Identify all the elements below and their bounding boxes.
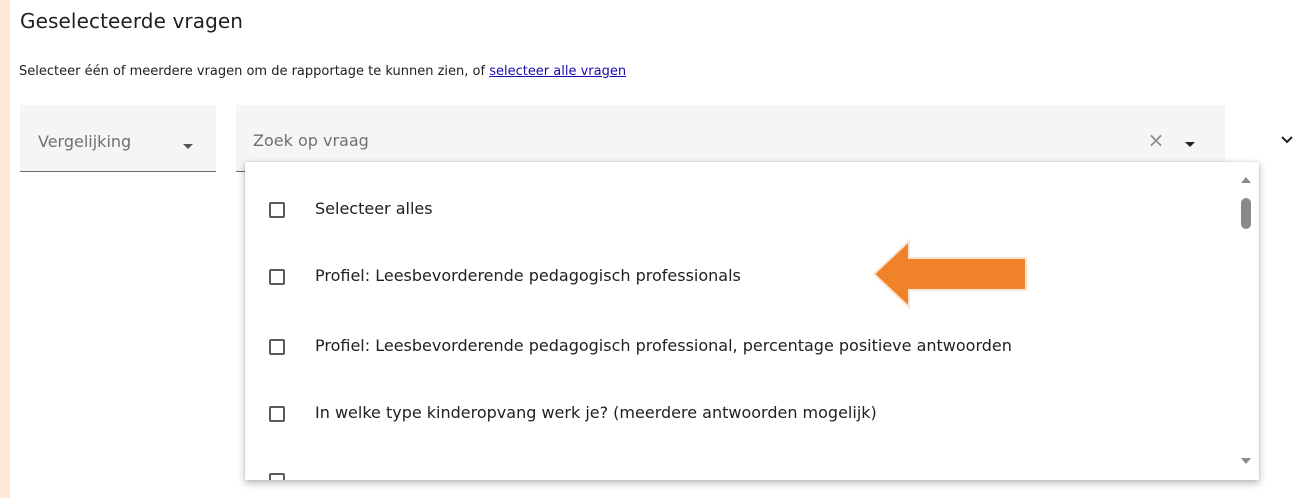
option-childcare-type[interactable]: In welke type kinderopvang werk je? (mee… [245,381,1225,447]
caret-down-icon [183,144,193,149]
checkbox[interactable] [269,202,285,218]
annotation-arrow-shape [872,238,1027,310]
option-profile-professionals[interactable]: Profiel: Leesbevorderende pedagogisch pr… [245,244,1225,310]
chevron-down-icon[interactable] [1280,133,1294,147]
caret-down-icon[interactable] [1185,142,1195,147]
checkbox[interactable] [269,269,285,285]
arrow-left-annotation [872,238,1027,310]
comparison-dropdown[interactable]: Vergelijking [20,105,216,172]
comparison-dropdown-label: Vergelijking [38,132,132,151]
option-label: Selecteer alles [315,199,433,218]
checkbox[interactable] [269,406,285,422]
close-icon[interactable]: × [1146,130,1166,150]
scroll-down-icon[interactable] [1241,458,1251,464]
select-all-questions-link[interactable]: selecteer alle vragen [489,64,626,79]
instruction-text: Selecteer één of meerdere vragen om de r… [19,64,490,79]
option-label: Profiel: Leesbevorderende pedagogisch pr… [315,266,741,285]
section-title: Geselecteerde vragen [20,9,244,33]
option-label: Profiel: Leesbevorderende pedagogisch pr… [315,336,1012,355]
question-search-input[interactable] [253,125,1113,155]
option-profile-percentage[interactable]: Profiel: Leesbevorderende pedagogisch pr… [245,314,1225,380]
checkbox[interactable] [269,473,285,480]
dropdown-scrollbar[interactable] [1233,162,1259,480]
checkbox[interactable] [269,339,285,355]
question-options-dropdown: Selecteer alles Profiel: Leesbevorderend… [245,162,1259,480]
scrollbar-thumb[interactable] [1241,198,1251,229]
option-select-all[interactable]: Selecteer alles [245,177,1225,243]
instruction-line: Selecteer één of meerdere vragen om de r… [19,64,626,79]
scroll-up-icon[interactable] [1241,177,1251,183]
option-label: In welke type kinderopvang werk je? (mee… [315,403,877,422]
option-partial-next[interactable] [245,448,1225,480]
